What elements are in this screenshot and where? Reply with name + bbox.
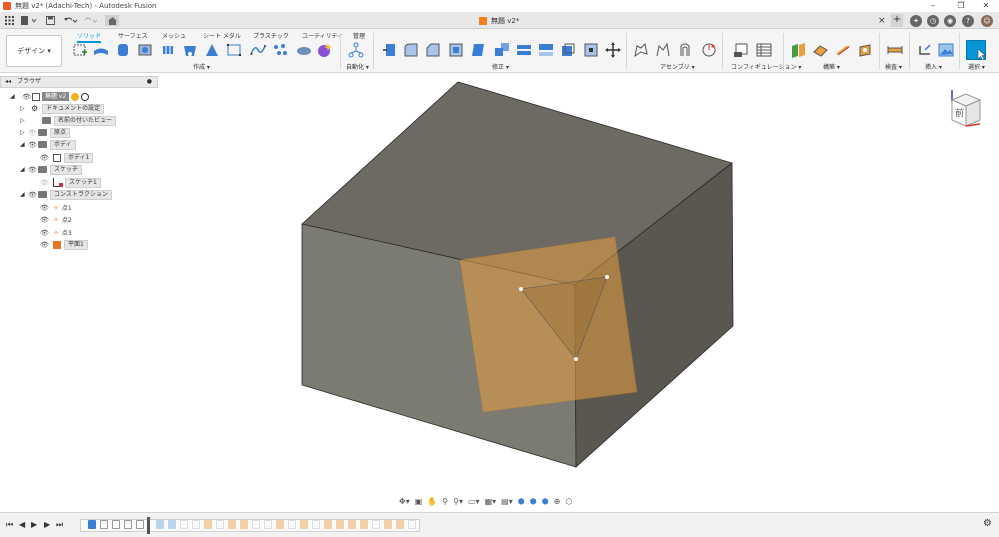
timeline-feature-plane[interactable]: [360, 520, 368, 529]
construction-point-2[interactable]: [605, 275, 609, 279]
timeline-feature-point[interactable]: [204, 520, 212, 529]
timeline-feature-sketch[interactable]: [112, 520, 120, 529]
timeline-feature-sketch[interactable]: [100, 520, 108, 529]
timeline-feature-plane[interactable]: [396, 520, 404, 529]
shaded-edges-icon[interactable]: ⬢: [530, 497, 537, 506]
timeline-feature-point[interactable]: [240, 520, 248, 529]
environment-icon[interactable]: ⬡: [565, 497, 572, 506]
step-back-icon[interactable]: ◀: [19, 520, 25, 529]
fit-icon[interactable]: ⚲▾: [453, 497, 463, 506]
construction-plane[interactable]: [459, 236, 638, 413]
viewport-canvas[interactable]: [0, 0, 999, 537]
view-cube[interactable]: 前: [946, 86, 984, 130]
visual-style-icon[interactable]: ⬢: [542, 497, 549, 506]
display-settings-icon[interactable]: ▭▾: [468, 497, 480, 506]
timeline-feature[interactable]: [264, 520, 272, 529]
timeline-feature[interactable]: [288, 520, 296, 529]
timeline-feature-point[interactable]: [276, 520, 284, 529]
grid-settings-icon[interactable]: ▦▾: [485, 497, 497, 506]
timeline-feature[interactable]: [192, 520, 200, 529]
timeline-feature-point[interactable]: [300, 520, 308, 529]
timeline-feature[interactable]: [168, 520, 176, 529]
look-at-icon[interactable]: ▣: [415, 497, 423, 506]
timeline-feature-point[interactable]: [228, 520, 236, 529]
timeline-feature-sketch[interactable]: [136, 520, 144, 529]
timeline-feature[interactable]: [180, 520, 188, 529]
timeline-feature[interactable]: [216, 520, 224, 529]
timeline-settings-gear-icon[interactable]: ⚙: [983, 518, 992, 529]
construction-point-1[interactable]: [519, 287, 523, 291]
shaded-cube-icon[interactable]: ⬢: [518, 497, 525, 506]
orbit-icon[interactable]: ✥▾: [399, 497, 410, 506]
timeline-feature-plane[interactable]: [384, 520, 392, 529]
timeline-feature[interactable]: [252, 520, 260, 529]
zoom-icon[interactable]: ⚲: [442, 497, 448, 506]
timeline-marker[interactable]: [147, 517, 150, 534]
navigation-bar: ✥▾ ▣ ✋ ⚲ ⚲▾ ▭▾ ▦▾ ▤▾ ⬢ ⬢ ⬢ ⊕ ⬡: [395, 494, 605, 508]
step-forward-icon[interactable]: ▶: [44, 520, 50, 529]
timeline-feature-sketch[interactable]: [124, 520, 132, 529]
timeline-feature-extrude[interactable]: [88, 520, 96, 529]
timeline-feature[interactable]: [372, 520, 380, 529]
timeline-feature[interactable]: [156, 520, 164, 529]
go-to-start-icon[interactable]: ⏮: [6, 520, 13, 530]
timeline-feature-plane[interactable]: [348, 520, 356, 529]
play-icon[interactable]: ▶: [31, 520, 37, 529]
section-analysis-icon[interactable]: ⊕: [554, 497, 561, 506]
timeline-bar: ⏮ ◀ ▶ ▶ ⏭ ⚙: [0, 512, 999, 537]
timeline-feature-plane[interactable]: [336, 520, 344, 529]
timeline-feature[interactable]: [312, 520, 320, 529]
timeline-feature[interactable]: [408, 520, 416, 529]
go-to-end-icon[interactable]: ⏭: [56, 520, 63, 530]
pan-hand-icon[interactable]: ✋: [427, 497, 437, 506]
construction-point-3[interactable]: [574, 357, 578, 361]
timeline-feature-plane[interactable]: [324, 520, 332, 529]
viewcube-front-label[interactable]: 前: [955, 106, 964, 119]
viewports-icon[interactable]: ▤▾: [501, 497, 513, 506]
